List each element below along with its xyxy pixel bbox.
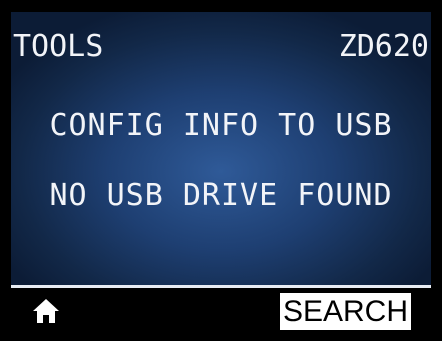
- display-bezel: TOOLS ZD620 CONFIG INFO TO USB NO USB DR…: [0, 0, 442, 341]
- softkey-bar: SEARCH: [11, 288, 431, 331]
- menu-title: TOOLS: [13, 29, 104, 64]
- status-message: NO USB DRIVE FOUND: [49, 178, 393, 213]
- home-icon[interactable]: [31, 297, 61, 325]
- action-label: CONFIG INFO TO USB: [49, 108, 393, 143]
- lcd-screen: TOOLS ZD620 CONFIG INFO TO USB NO USB DR…: [11, 12, 431, 331]
- printer-model: ZD620: [338, 29, 429, 64]
- search-button[interactable]: SEARCH: [279, 293, 411, 330]
